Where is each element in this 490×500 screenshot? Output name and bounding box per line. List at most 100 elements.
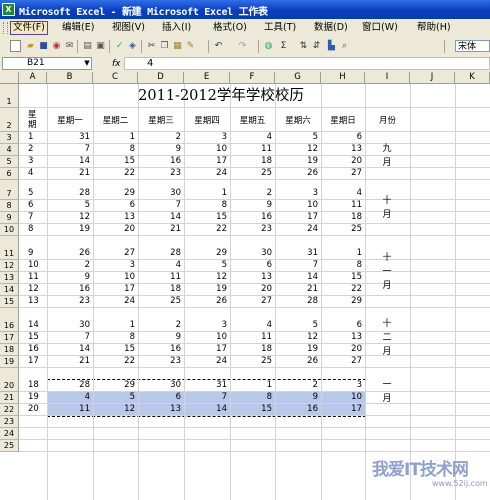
day-cell[interactable]: 30	[230, 248, 272, 259]
day-cell[interactable]: 24	[184, 168, 227, 179]
mail-icon[interactable]: ✉	[64, 40, 75, 52]
day-cell[interactable]: 26	[184, 296, 227, 307]
day-cell[interactable]: 10	[321, 392, 362, 403]
row-header-16[interactable]: 16	[0, 308, 19, 332]
row-header-19[interactable]: 19	[0, 356, 19, 368]
menu-data[interactable]: 数据(D)	[314, 21, 348, 35]
day-cell[interactable]: 18	[321, 212, 362, 223]
column-header-i[interactable]: I	[365, 72, 410, 84]
day-cell[interactable]: 19	[275, 344, 318, 355]
day-cell[interactable]: 14	[275, 272, 318, 283]
day-cell[interactable]: 25	[321, 224, 362, 235]
day-cell[interactable]: 11	[138, 272, 181, 283]
day-cell[interactable]: 13	[230, 272, 272, 283]
row-header-5[interactable]: 5	[0, 156, 19, 168]
row-header-13[interactable]: 13	[0, 272, 19, 284]
menu-file[interactable]: 文件(F)	[10, 21, 48, 35]
zoom-icon[interactable]: ⌕	[339, 40, 350, 52]
day-cell[interactable]: 20	[93, 224, 135, 235]
print-preview-icon[interactable]: ▣	[95, 40, 106, 52]
day-cell[interactable]: 15	[93, 156, 135, 167]
day-cell[interactable]: 16	[275, 404, 318, 415]
day-cell[interactable]: 27	[93, 248, 135, 259]
paste-icon[interactable]: ▦	[172, 40, 183, 52]
day-cell[interactable]: 3	[184, 132, 227, 143]
row-header-24[interactable]: 24	[0, 428, 19, 440]
row-header-12[interactable]: 12	[0, 260, 19, 272]
day-cell[interactable]: 8	[184, 200, 227, 211]
day-cell[interactable]: 12	[47, 212, 90, 223]
day-cell[interactable]: 17	[184, 156, 227, 167]
day-cell[interactable]: 9	[138, 144, 181, 155]
day-cell[interactable]: 14	[138, 212, 181, 223]
day-cell[interactable]: 7	[47, 144, 90, 155]
day-cell[interactable]: 6	[230, 260, 272, 271]
spelling-icon[interactable]: ✓	[114, 40, 125, 52]
menu-view[interactable]: 视图(V)	[112, 21, 145, 35]
copy-icon[interactable]: ❐	[159, 40, 170, 52]
day-cell[interactable]: 17	[93, 284, 135, 295]
day-cell[interactable]: 20	[321, 344, 362, 355]
day-cell[interactable]: 28	[47, 380, 90, 391]
day-cell[interactable]: 17	[275, 212, 318, 223]
row-header-18[interactable]: 18	[0, 344, 19, 356]
day-cell[interactable]: 27	[230, 296, 272, 307]
day-cell[interactable]: 1	[230, 380, 272, 391]
chart-wizard-icon[interactable]: ▙	[326, 40, 337, 52]
day-cell[interactable]: 12	[184, 272, 227, 283]
row-header-20[interactable]: 20	[0, 368, 19, 392]
day-cell[interactable]: 10	[184, 144, 227, 155]
fx-icon[interactable]: fx	[112, 57, 121, 71]
day-cell[interactable]: 10	[93, 272, 135, 283]
day-cell[interactable]: 3	[184, 320, 227, 331]
day-cell[interactable]: 27	[321, 168, 362, 179]
day-cell[interactable]: 4	[230, 132, 272, 143]
day-cell[interactable]: 29	[184, 248, 227, 259]
day-cell[interactable]: 15	[321, 272, 362, 283]
row-header-15[interactable]: 15	[0, 296, 19, 308]
column-header-g[interactable]: G	[275, 72, 321, 84]
day-cell[interactable]: 23	[230, 224, 272, 235]
column-header-k[interactable]: K	[455, 72, 490, 84]
day-cell[interactable]: 13	[93, 212, 135, 223]
day-cell[interactable]: 4	[230, 320, 272, 331]
column-header-e[interactable]: E	[184, 72, 230, 84]
day-cell[interactable]: 13	[138, 404, 181, 415]
day-cell[interactable]: 1	[93, 320, 135, 331]
row-header-3[interactable]: 3	[0, 132, 19, 144]
day-cell[interactable]: 25	[138, 296, 181, 307]
day-cell[interactable]: 29	[93, 380, 135, 391]
day-cell[interactable]: 29	[321, 296, 362, 307]
day-cell[interactable]: 26	[275, 168, 318, 179]
day-cell[interactable]: 23	[138, 356, 181, 367]
day-cell[interactable]: 21	[138, 224, 181, 235]
day-cell[interactable]: 5	[47, 200, 90, 211]
day-cell[interactable]: 26	[47, 248, 90, 259]
autosum-icon[interactable]: Σ	[278, 40, 289, 52]
day-cell[interactable]: 22	[184, 224, 227, 235]
day-cell[interactable]: 30	[138, 188, 181, 199]
formula-input[interactable]: 4	[124, 57, 490, 70]
day-cell[interactable]: 29	[93, 188, 135, 199]
day-cell[interactable]: 27	[321, 356, 362, 367]
day-cell[interactable]: 6	[321, 132, 362, 143]
day-cell[interactable]: 25	[230, 356, 272, 367]
day-cell[interactable]: 4	[47, 392, 90, 403]
row-header-14[interactable]: 14	[0, 284, 19, 296]
day-cell[interactable]: 12	[275, 332, 318, 343]
day-cell[interactable]: 14	[47, 156, 90, 167]
day-cell[interactable]: 19	[184, 284, 227, 295]
row-header-11[interactable]: 11	[0, 236, 19, 260]
day-cell[interactable]: 11	[47, 404, 90, 415]
redo-icon[interactable]: ↷	[237, 40, 248, 52]
day-cell[interactable]: 11	[230, 144, 272, 155]
format-painter-icon[interactable]: ✎	[185, 40, 196, 52]
day-cell[interactable]: 10	[184, 332, 227, 343]
day-cell[interactable]: 28	[275, 296, 318, 307]
sort-ascending-icon[interactable]: ⇅	[298, 40, 309, 52]
day-cell[interactable]: 2	[138, 132, 181, 143]
day-cell[interactable]: 28	[47, 188, 90, 199]
menubar-grip[interactable]	[3, 22, 8, 34]
menu-format[interactable]: 格式(O)	[213, 21, 247, 35]
day-cell[interactable]: 13	[321, 144, 362, 155]
